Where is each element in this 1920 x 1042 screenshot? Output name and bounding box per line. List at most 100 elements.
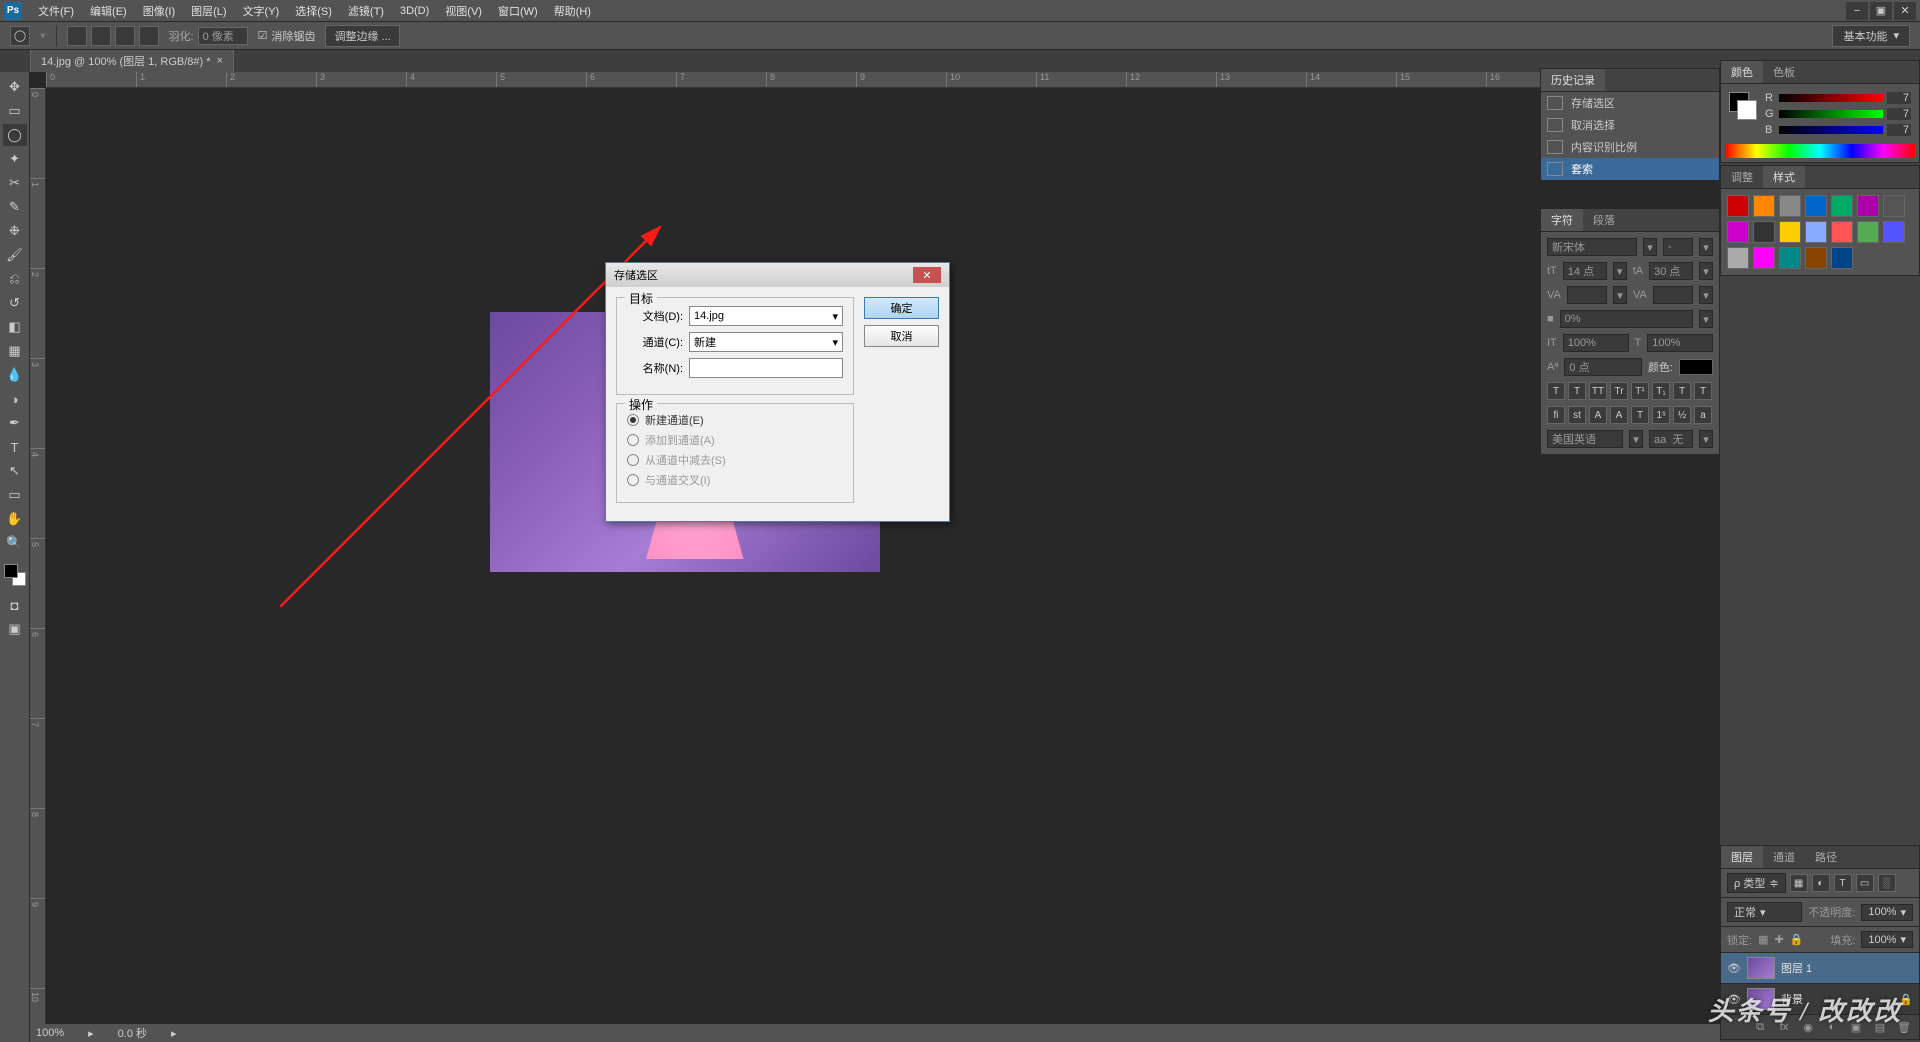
history-tab[interactable]: 历史记录 xyxy=(1541,69,1605,91)
layer-filter-kind[interactable]: ρ 类型≑ xyxy=(1727,873,1786,893)
marquee-tool[interactable]: ▭ xyxy=(3,100,27,122)
lasso-tool[interactable]: ◯ xyxy=(3,124,27,146)
language-dropdown[interactable]: ▾ xyxy=(1629,430,1643,448)
style-preset[interactable] xyxy=(1805,195,1827,217)
eraser-tool[interactable]: ◧ xyxy=(3,316,27,338)
style-preset[interactable] xyxy=(1727,221,1749,243)
type-feature-button[interactable]: T₁ xyxy=(1652,382,1670,400)
selection-subtract-icon[interactable] xyxy=(115,26,135,46)
blend-mode-select[interactable]: 正常▾ xyxy=(1727,902,1802,922)
type-feature-button[interactable]: T xyxy=(1547,382,1565,400)
document-tab-close-icon[interactable]: × xyxy=(217,55,223,67)
history-item[interactable]: 存储选区 xyxy=(1541,92,1719,114)
g-value[interactable]: 7 xyxy=(1887,108,1911,120)
history-brush-tool[interactable]: ↺ xyxy=(3,292,27,314)
layer-name[interactable]: 背景 xyxy=(1781,991,1803,1007)
style-preset[interactable] xyxy=(1831,247,1853,269)
visibility-icon[interactable]: 👁 xyxy=(1727,962,1741,975)
font-size-dropdown[interactable]: ▾ xyxy=(1613,262,1627,280)
menu-layer[interactable]: 图层(L) xyxy=(183,0,234,23)
filter-shape-icon[interactable]: ▭ xyxy=(1856,874,1874,892)
lock-all-icon[interactable]: 🔒 xyxy=(1790,933,1804,946)
styles-tab[interactable]: 样式 xyxy=(1763,166,1805,188)
color-swatches[interactable] xyxy=(4,564,26,586)
name-input[interactable] xyxy=(689,358,843,378)
style-preset[interactable] xyxy=(1831,195,1853,217)
menu-image[interactable]: 图像(I) xyxy=(135,0,183,23)
dialog-close-button[interactable]: ✕ xyxy=(913,267,941,283)
vscale-input[interactable] xyxy=(1563,334,1629,352)
paragraph-tab[interactable]: 段落 xyxy=(1583,209,1625,231)
adjustment-layer-icon[interactable]: ◐ xyxy=(1823,1019,1841,1035)
antialias-checkbox[interactable]: ☑消除锯齿 xyxy=(258,28,316,44)
channels-tab[interactable]: 通道 xyxy=(1763,846,1805,868)
spectrum-bar[interactable] xyxy=(1725,144,1915,158)
quickmask-button[interactable]: ◘ xyxy=(3,594,27,616)
feather-input[interactable] xyxy=(198,27,248,45)
workspace-switcher[interactable]: 基本功能▾ xyxy=(1832,25,1910,47)
r-slider[interactable] xyxy=(1779,94,1883,102)
layer-name[interactable]: 图层 1 xyxy=(1781,960,1812,976)
brush-tool[interactable]: 🖌 xyxy=(3,244,27,266)
leading-dropdown[interactable]: ▾ xyxy=(1699,262,1713,280)
layer-mask-icon[interactable]: ◉ xyxy=(1799,1019,1817,1035)
stamp-tool[interactable]: ⎌ xyxy=(3,268,27,290)
color-tab[interactable]: 颜色 xyxy=(1721,61,1763,83)
paths-tab[interactable]: 路径 xyxy=(1805,846,1847,868)
minimize-button[interactable]: − xyxy=(1846,2,1868,20)
cancel-button[interactable]: 取消 xyxy=(864,325,939,347)
style-preset[interactable] xyxy=(1753,195,1775,217)
pen-tool[interactable]: ✒ xyxy=(3,412,27,434)
font-style-dropdown[interactable]: ▾ xyxy=(1699,238,1713,256)
antialias-dropdown[interactable]: ▾ xyxy=(1699,430,1713,448)
r-value[interactable]: 7 xyxy=(1887,92,1911,104)
style-preset[interactable] xyxy=(1805,221,1827,243)
history-item[interactable]: 取消选择 xyxy=(1541,114,1719,136)
zoom-level[interactable]: 100% xyxy=(36,1027,64,1039)
gradient-tool[interactable]: ▦ xyxy=(3,340,27,362)
selection-new-icon[interactable] xyxy=(67,26,87,46)
menu-window[interactable]: 窗口(W) xyxy=(490,0,546,23)
font-family-dropdown[interactable]: ▾ xyxy=(1643,238,1657,256)
zoom-tool[interactable]: 🔍 xyxy=(3,532,27,554)
opentype-feature-button[interactable]: 1ˢ xyxy=(1652,406,1670,424)
maximize-button[interactable]: ▣ xyxy=(1870,2,1892,20)
type-feature-button[interactable]: T xyxy=(1568,382,1586,400)
selection-intersect-icon[interactable] xyxy=(139,26,159,46)
layer-row[interactable]: 👁背景🔒 xyxy=(1721,984,1919,1015)
history-item[interactable]: 内容识别比例 xyxy=(1541,136,1719,158)
leading-input[interactable] xyxy=(1649,262,1693,280)
hscale-input[interactable] xyxy=(1647,334,1713,352)
type-feature-button[interactable]: T xyxy=(1694,382,1712,400)
b-value[interactable]: 7 xyxy=(1887,124,1911,136)
style-preset[interactable] xyxy=(1753,221,1775,243)
opentype-feature-button[interactable]: T xyxy=(1631,406,1649,424)
new-layer-icon[interactable]: ▤ xyxy=(1871,1019,1889,1035)
menu-select[interactable]: 选择(S) xyxy=(287,0,340,23)
opentype-feature-button[interactable]: st xyxy=(1568,406,1586,424)
menu-filter[interactable]: 滤镜(T) xyxy=(340,0,392,23)
menu-3d[interactable]: 3D(D) xyxy=(392,1,437,21)
font-style-input[interactable] xyxy=(1663,238,1693,256)
selection-add-icon[interactable] xyxy=(91,26,111,46)
adjustments-tab[interactable]: 调整 xyxy=(1721,166,1763,188)
kerning-input[interactable] xyxy=(1567,286,1607,304)
history-item[interactable]: 套索 xyxy=(1541,158,1719,180)
fill-input[interactable]: 100%▾ xyxy=(1861,931,1913,948)
tracking-dropdown[interactable]: ▾ xyxy=(1699,286,1713,304)
menu-edit[interactable]: 编辑(E) xyxy=(82,0,135,23)
filter-pixel-icon[interactable]: ▦ xyxy=(1790,874,1808,892)
style-preset[interactable] xyxy=(1805,247,1827,269)
layers-tab[interactable]: 图层 xyxy=(1721,846,1763,868)
refine-edge-button[interactable]: 调整边缘 ... xyxy=(325,25,399,47)
blur-tool[interactable]: 💧 xyxy=(3,364,27,386)
delete-layer-icon[interactable]: 🗑 xyxy=(1895,1019,1913,1035)
font-size-input[interactable] xyxy=(1563,262,1607,280)
pct-dropdown[interactable]: ▾ xyxy=(1699,310,1713,328)
wand-tool[interactable]: ✦ xyxy=(3,148,27,170)
type-feature-button[interactable]: Tr xyxy=(1610,382,1628,400)
type-feature-button[interactable]: TT xyxy=(1589,382,1607,400)
text-color-swatch[interactable] xyxy=(1679,359,1713,375)
style-preset[interactable] xyxy=(1727,195,1749,217)
lock-pixels-icon[interactable]: ▦ xyxy=(1758,933,1768,946)
